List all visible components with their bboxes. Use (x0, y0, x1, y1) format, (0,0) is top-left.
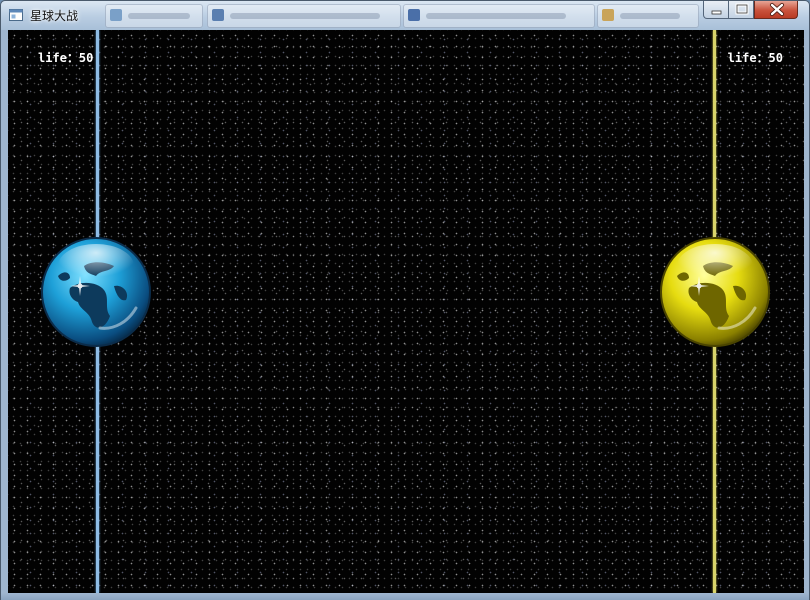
maximize-button[interactable] (728, 1, 754, 19)
title-bar[interactable]: 星球大战 (1, 1, 809, 30)
close-icon (770, 3, 784, 16)
minimize-button[interactable] (703, 1, 729, 19)
blue-planet[interactable] (40, 236, 152, 348)
app-icon (9, 9, 23, 21)
game-canvas[interactable]: life：50 life：50 (8, 30, 804, 593)
background-tab (403, 4, 595, 28)
background-tab (207, 4, 401, 28)
window-bottom-border (1, 593, 809, 600)
window-title: 星球大战 (30, 9, 79, 23)
left-life-counter: life：50 (38, 51, 94, 65)
minimize-icon (711, 10, 722, 15)
close-button[interactable] (754, 1, 798, 19)
maximize-icon (735, 3, 749, 15)
right-life-counter: life：50 (727, 51, 783, 65)
yellow-planet[interactable] (659, 236, 771, 348)
background-tab (597, 4, 699, 28)
game-window: 星球大战 life：50 life：50 (0, 0, 810, 600)
background-tab (105, 4, 203, 28)
